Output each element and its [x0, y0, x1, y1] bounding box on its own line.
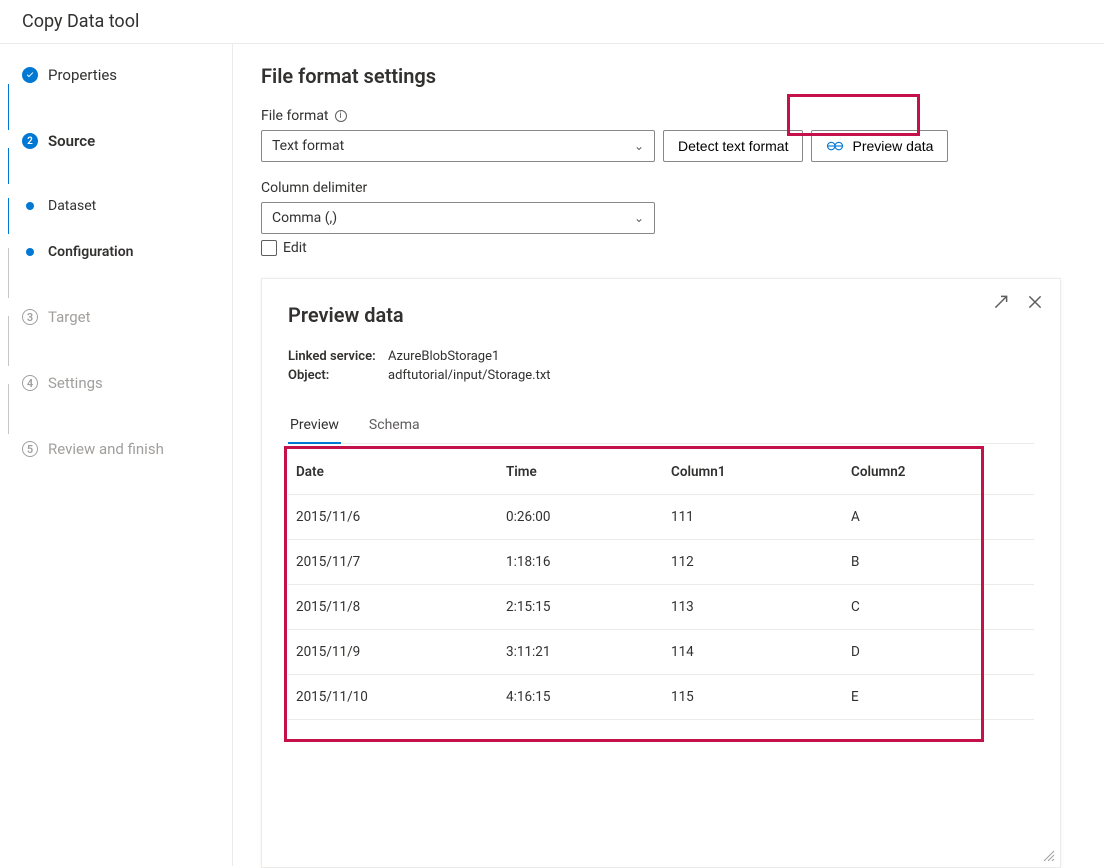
table-cell: 2015/11/7 — [288, 540, 498, 585]
substep-dot-icon — [26, 248, 34, 256]
table-cell: 2015/11/6 — [288, 495, 498, 540]
table-cell: 115 — [663, 675, 843, 720]
col-header: Date — [288, 450, 498, 495]
substep-dot-icon — [26, 202, 34, 210]
chevron-down-icon: ⌄ — [634, 139, 644, 153]
select-value: Text format — [272, 138, 344, 154]
col-header: Column2 — [843, 450, 1034, 495]
chevron-down-icon: ⌄ — [634, 211, 644, 225]
object-label: Object: — [288, 368, 388, 383]
step-number-icon: 2 — [22, 133, 38, 149]
content: Properties 2 Source Dataset Configuratio… — [0, 44, 1104, 866]
step-review[interactable]: 5 Review and finish — [22, 440, 232, 458]
resize-handle-icon[interactable] — [1042, 849, 1056, 863]
edit-checkbox-label: Edit — [283, 240, 307, 256]
table-cell: D — [843, 630, 1034, 675]
step-source[interactable]: 2 Source — [22, 132, 232, 150]
table-cell: A — [843, 495, 1034, 540]
tab-schema[interactable]: Schema — [367, 409, 422, 443]
table-cell: 111 — [663, 495, 843, 540]
step-label: Target — [48, 308, 91, 326]
step-number-icon: 3 — [22, 309, 38, 325]
window-title-bar: Copy Data tool — [0, 0, 1104, 44]
preview-data-panel: Preview data Linked service: AzureBlobSt… — [261, 278, 1061, 868]
step-number-icon: 4 — [22, 375, 38, 391]
substep-dataset[interactable]: Dataset — [22, 198, 232, 214]
table-header-row: Date Time Column1 Column2 — [288, 450, 1034, 495]
col-header: Column1 — [663, 450, 843, 495]
preview-data-button[interactable]: Preview data — [811, 130, 948, 162]
step-number-icon: 5 — [22, 441, 38, 457]
table-cell: B — [843, 540, 1034, 585]
table-cell: 4:16:15 — [498, 675, 663, 720]
main-pane: File format settings File format i Text … — [233, 44, 1104, 866]
checkmark-icon — [22, 67, 38, 83]
linked-service-value: AzureBlobStorage1 — [388, 349, 499, 364]
substep-configuration[interactable]: Configuration — [22, 244, 232, 260]
table-cell: 114 — [663, 630, 843, 675]
substep-label: Dataset — [48, 198, 96, 214]
step-settings[interactable]: 4 Settings — [22, 374, 232, 392]
table-cell: 2015/11/10 — [288, 675, 498, 720]
edit-checkbox[interactable] — [261, 240, 277, 256]
section-title: File format settings — [261, 64, 1076, 88]
panel-title: Preview data — [288, 303, 1034, 327]
linked-service-row: Linked service: AzureBlobStorage1 — [288, 349, 1034, 364]
object-row: Object: adftutorial/input/Storage.txt — [288, 368, 1034, 383]
expand-icon[interactable] — [992, 293, 1010, 311]
table-cell: 2015/11/8 — [288, 585, 498, 630]
step-label: Review and finish — [48, 440, 164, 458]
panel-tabs: Preview Schema — [288, 409, 1034, 444]
table-cell: 2:15:15 — [498, 585, 663, 630]
file-format-select[interactable]: Text format ⌄ — [261, 130, 655, 162]
table-row: 2015/11/71:18:16112B — [288, 540, 1034, 585]
table-cell: 3:11:21 — [498, 630, 663, 675]
close-icon[interactable] — [1026, 293, 1044, 311]
wizard-sidebar: Properties 2 Source Dataset Configuratio… — [0, 44, 233, 866]
table-cell: 0:26:00 — [498, 495, 663, 540]
column-delimiter-label: Column delimiter — [261, 180, 1076, 196]
table-row: 2015/11/93:11:21114D — [288, 630, 1034, 675]
table-row: 2015/11/60:26:00111A — [288, 495, 1034, 540]
page-title: Copy Data tool — [22, 11, 139, 32]
table-cell: C — [843, 585, 1034, 630]
column-delimiter-select[interactable]: Comma (,) ⌄ — [261, 202, 655, 234]
preview-icon — [826, 140, 844, 152]
table-cell: 2015/11/9 — [288, 630, 498, 675]
preview-table: Date Time Column1 Column2 2015/11/60:26:… — [288, 450, 1034, 720]
tab-preview[interactable]: Preview — [288, 409, 341, 443]
col-header: Time — [498, 450, 663, 495]
select-value: Comma (,) — [272, 210, 337, 226]
table-row: 2015/11/104:16:15115E — [288, 675, 1034, 720]
table-cell: 112 — [663, 540, 843, 585]
table-cell: 1:18:16 — [498, 540, 663, 585]
info-icon[interactable]: i — [335, 110, 347, 122]
step-label: Settings — [48, 374, 103, 392]
file-format-label: File format i — [261, 108, 1076, 124]
object-value: adftutorial/input/Storage.txt — [388, 368, 551, 383]
linked-service-label: Linked service: — [288, 349, 388, 364]
substep-label: Configuration — [48, 244, 133, 260]
detect-format-button[interactable]: Detect text format — [663, 130, 803, 162]
step-label: Source — [48, 132, 95, 150]
table-row: 2015/11/82:15:15113C — [288, 585, 1034, 630]
step-properties[interactable]: Properties — [22, 66, 232, 84]
step-label: Properties — [48, 66, 117, 84]
table-cell: 113 — [663, 585, 843, 630]
step-target[interactable]: 3 Target — [22, 308, 232, 326]
table-cell: E — [843, 675, 1034, 720]
